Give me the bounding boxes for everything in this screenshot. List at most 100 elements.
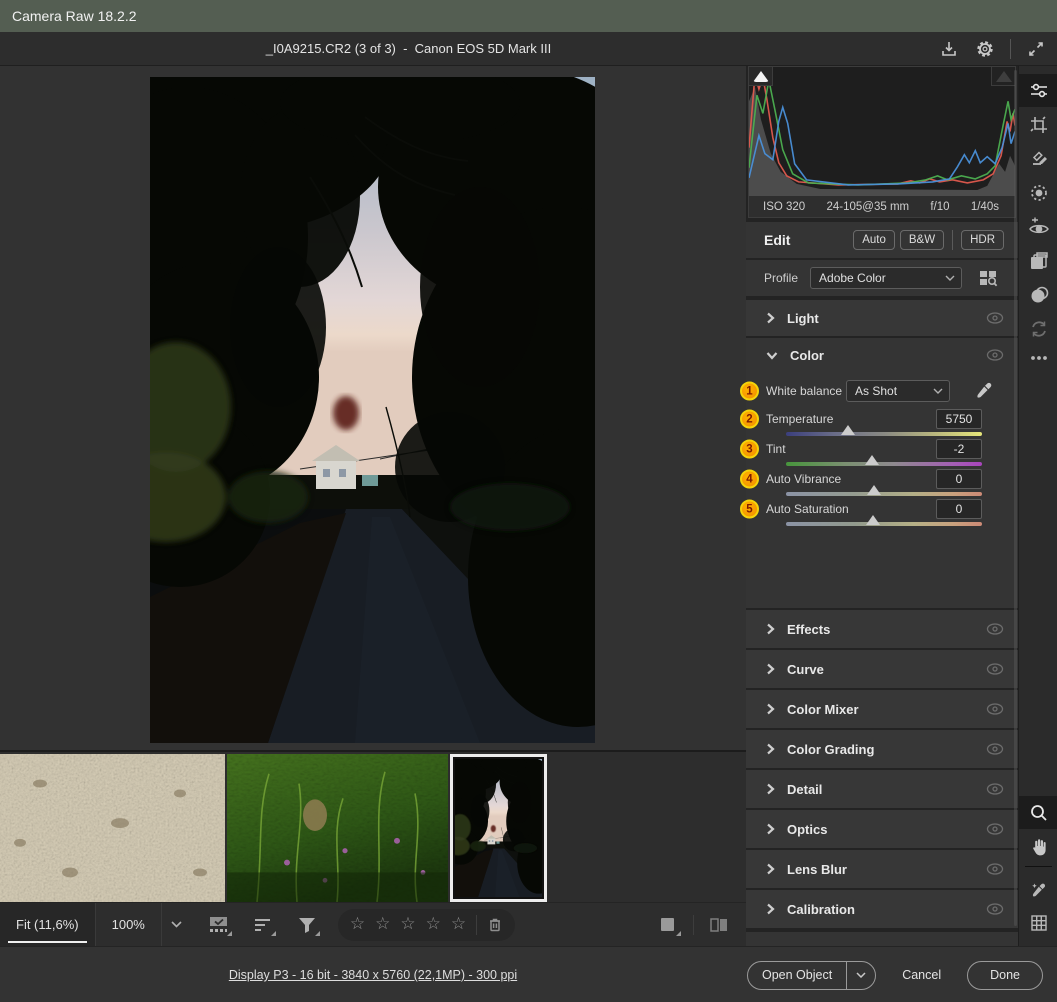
tint-slider-thumb[interactable] [865, 455, 879, 465]
vibrance-value-field[interactable]: 0 [936, 469, 982, 489]
hand-tool-icon[interactable] [1019, 830, 1057, 863]
tint-control: 3 Tint -2 [746, 440, 1018, 470]
saturation-slider[interactable] [786, 522, 982, 526]
panel-color-header[interactable]: Color [746, 338, 1018, 372]
panel-lens-blur[interactable]: Lens Blur [746, 850, 1018, 888]
star-icon[interactable]: ☆ [451, 916, 466, 933]
white-balance-eyedropper-icon[interactable] [974, 381, 994, 401]
zoom-level-dropdown-icon[interactable] [162, 903, 192, 946]
zoom-100-tab[interactable]: 100% [96, 903, 162, 946]
done-button[interactable]: Done [967, 961, 1043, 990]
zoom-tool-icon[interactable] [1019, 796, 1057, 829]
temperature-label: Temperature [766, 412, 833, 426]
filmstrip-toolbar: Fit (11,6%) 100% [0, 902, 746, 946]
tint-value-field[interactable]: -2 [936, 439, 982, 459]
edit-tool-icon[interactable] [1019, 74, 1057, 107]
lens-blur-visibility-eye-icon[interactable] [986, 863, 1004, 875]
red-eye-tool-icon[interactable] [1019, 210, 1057, 243]
workflow-options-link[interactable]: Display P3 - 16 bit - 3840 x 5760 (22,1M… [229, 968, 517, 982]
optics-visibility-eye-icon[interactable] [986, 823, 1004, 835]
camera-raw-window: Camera Raw 18.2.2 _I0A9215.CR2 (3 of 3) … [0, 0, 1057, 1002]
remove-tool-icon[interactable] [1019, 142, 1057, 175]
presets-icon[interactable] [1019, 244, 1057, 277]
vibrance-slider[interactable] [786, 492, 982, 496]
thumbnail-1-gravel[interactable] [0, 754, 225, 902]
thumbnail-2-grass[interactable] [227, 754, 448, 902]
panel-optics[interactable]: Optics [746, 810, 1018, 848]
panel-detail[interactable]: Detail [746, 770, 1018, 808]
save-image-icon[interactable] [938, 38, 960, 60]
light-visibility-eye-icon[interactable] [986, 312, 1004, 324]
panel-curve[interactable]: Curve [746, 650, 1018, 688]
sync-icon[interactable] [1019, 312, 1057, 345]
star-icon[interactable]: ☆ [375, 916, 390, 933]
zoom-fit-tab[interactable]: Fit (11,6%) [0, 903, 96, 946]
profile-dropdown[interactable]: Adobe Color [810, 267, 962, 289]
vibrance-label: Auto Vibrance [766, 472, 841, 486]
histogram[interactable] [748, 66, 1016, 196]
main-photo [150, 77, 595, 743]
star-icon[interactable]: ☆ [350, 916, 365, 933]
saturation-label: Auto Saturation [766, 502, 849, 516]
filmstrip-view-icon[interactable] [206, 912, 232, 938]
filmstrip [0, 750, 746, 902]
temperature-value-field[interactable]: 5750 [936, 409, 982, 429]
settings-gear-icon[interactable] [974, 38, 996, 60]
thumbnail-3-road-selected[interactable] [450, 754, 547, 902]
rating-controls: ☆ ☆ ☆ ☆ ☆ [338, 909, 515, 941]
open-object-dropdown-icon[interactable] [847, 972, 875, 978]
panel-light[interactable]: Light [746, 300, 1018, 336]
grid-overlay-icon[interactable] [1019, 906, 1057, 939]
before-after-icon[interactable] [706, 912, 732, 938]
tint-slider[interactable] [786, 462, 982, 466]
status-bar: Display P3 - 16 bit - 3840 x 5760 (22,1M… [0, 946, 1057, 1002]
star-icon[interactable]: ☆ [400, 916, 415, 933]
crop-tool-icon[interactable] [1019, 108, 1057, 141]
color-sampler-icon[interactable] [1019, 872, 1057, 905]
panel-color-mixer[interactable]: Color Mixer [746, 690, 1018, 728]
open-object-button[interactable]: Open Object [747, 961, 876, 990]
color-mixer-visibility-eye-icon[interactable] [986, 703, 1004, 715]
temperature-slider-thumb[interactable] [841, 425, 855, 435]
tool-separator [1025, 866, 1052, 867]
saturation-value-field[interactable]: 0 [936, 499, 982, 519]
single-view-icon[interactable] [655, 912, 681, 938]
profile-browser-icon[interactable] [978, 268, 998, 288]
auto-button[interactable]: Auto [853, 230, 895, 250]
sort-order-icon[interactable] [250, 912, 276, 938]
calibration-visibility-eye-icon[interactable] [986, 903, 1004, 915]
iso-value: ISO 320 [763, 201, 805, 213]
star-icon[interactable]: ☆ [426, 916, 441, 933]
panel-scrollbar[interactable] [1014, 70, 1017, 926]
highlight-clipping-indicator[interactable] [991, 67, 1015, 86]
step-badge-5: 5 [740, 500, 759, 519]
white-balance-dropdown[interactable]: As Shot [846, 380, 950, 402]
masking-tool-icon[interactable] [1019, 176, 1057, 209]
image-canvas[interactable] [0, 66, 746, 750]
aperture-value: f/10 [930, 201, 949, 213]
more-options-icon[interactable] [1019, 348, 1057, 368]
color-grading-visibility-eye-icon[interactable] [986, 743, 1004, 755]
cancel-button[interactable]: Cancel [902, 968, 941, 982]
curve-visibility-eye-icon[interactable] [986, 663, 1004, 675]
shadow-clipping-indicator[interactable] [749, 67, 773, 86]
bw-button[interactable]: B&W [900, 230, 944, 250]
saturation-slider-thumb[interactable] [866, 515, 880, 525]
panel-effects[interactable]: Effects [746, 610, 1018, 648]
detail-visibility-eye-icon[interactable] [986, 783, 1004, 795]
panel-calibration[interactable]: Calibration [746, 890, 1018, 928]
effects-visibility-eye-icon[interactable] [986, 623, 1004, 635]
delete-icon[interactable] [487, 916, 503, 933]
temperature-slider[interactable] [786, 432, 982, 436]
fullscreen-icon[interactable] [1025, 38, 1047, 60]
hdr-button[interactable]: HDR [961, 230, 1004, 250]
snapshots-icon[interactable] [1019, 278, 1057, 311]
lens-value: 24-105@35 mm [826, 201, 909, 213]
filter-icon[interactable] [294, 912, 320, 938]
panel-color-grading[interactable]: Color Grading [746, 730, 1018, 768]
color-visibility-eye-icon[interactable] [986, 349, 1004, 361]
vibrance-slider-thumb[interactable] [867, 485, 881, 495]
temperature-control: 2 Temperature 5750 [746, 410, 1018, 440]
step-badge-3: 3 [740, 440, 759, 459]
panel-color-expanded: Color 1 White balance As Shot [746, 338, 1018, 608]
